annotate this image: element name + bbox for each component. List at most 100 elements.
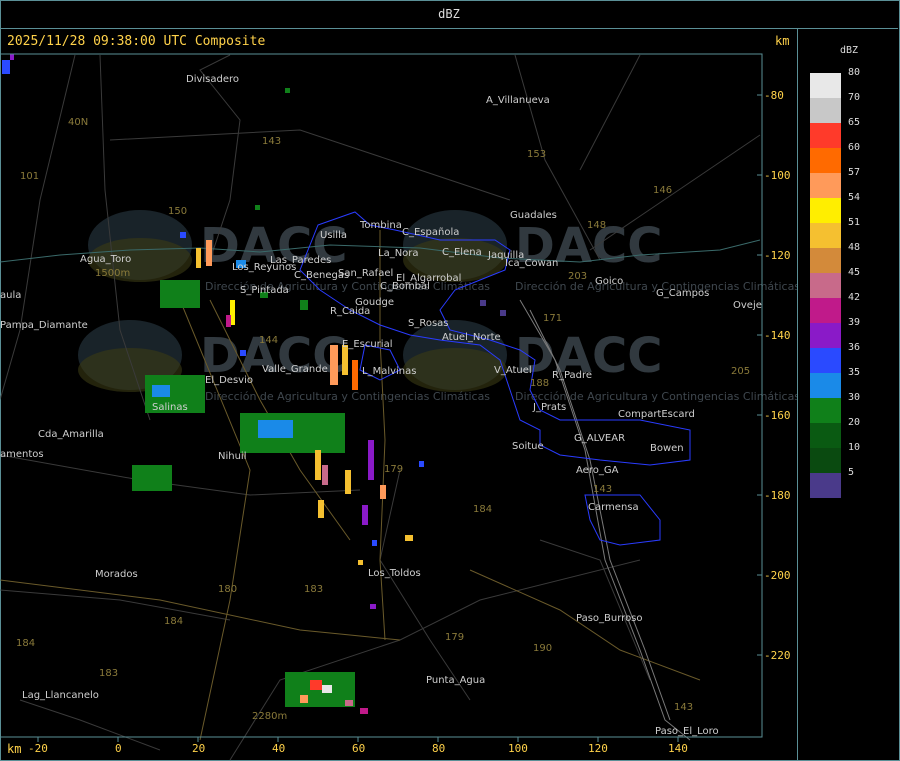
svg-text:Los_Toldos: Los_Toldos: [368, 568, 421, 579]
x-axis: -20 0 20 40 60 80 100 120 140: [28, 737, 688, 755]
legend-swatch: [810, 198, 841, 223]
svg-text:148: 148: [587, 220, 606, 231]
legend-label: 5: [848, 467, 855, 478]
svg-text:183: 183: [99, 668, 118, 679]
svg-text:188: 188: [530, 378, 549, 389]
x-tick-label: -20: [28, 742, 48, 755]
echo-cell: [300, 695, 308, 703]
x-tick-label: 140: [668, 742, 688, 755]
svg-text:Paso_Burroso: Paso_Burroso: [576, 613, 643, 624]
y-tick-label: -180: [764, 489, 791, 502]
echo-cell: [206, 240, 212, 266]
svg-text:Atuel_Norte: Atuel_Norte: [442, 332, 501, 343]
svg-text:Aero_GA: Aero_GA: [576, 465, 619, 476]
echo-cell: [370, 604, 376, 609]
echo-cell: [226, 315, 231, 327]
svg-text:Paso_El_Loro: Paso_El_Loro: [655, 726, 719, 737]
x-tick-label: 0: [115, 742, 122, 755]
legend-label: 70: [848, 92, 861, 103]
svg-text:190: 190: [533, 643, 552, 654]
svg-text:amentos: amentos: [0, 449, 44, 460]
x-tick-label: 100: [508, 742, 528, 755]
y-tick-label: -220: [764, 649, 791, 662]
color-legend: dBZ 80 70 65 60 57 54 51 48 45 42 39 36 35 30 20 10 5: [797, 29, 899, 760]
y-tick-label: -200: [764, 569, 791, 582]
x-tick-label: 40: [272, 742, 285, 755]
svg-text:143: 143: [593, 484, 612, 495]
svg-text:146: 146: [653, 185, 672, 196]
echo-cell: [258, 420, 293, 438]
radar-map[interactable]: DACC DACC DACC DACC Dirección de Agricul…: [0, 0, 797, 761]
legend-swatch: [810, 273, 841, 298]
legend-label: 30: [848, 392, 861, 403]
svg-text:153: 153: [527, 149, 546, 160]
echo-cell: [330, 345, 338, 385]
echo-cell: [360, 708, 368, 714]
echo-cell: [368, 440, 374, 480]
echo-cell: [322, 465, 328, 485]
svg-text:184: 184: [16, 638, 35, 649]
echo-cell: [300, 300, 308, 310]
legend-swatch: [810, 323, 841, 348]
legend-swatch: [810, 398, 841, 423]
svg-text:G_ALVEAR: G_ALVEAR: [574, 433, 625, 444]
echo-cell: [362, 505, 368, 525]
echo-cell: [372, 540, 377, 546]
svg-text:S_Pintada: S_Pintada: [240, 285, 289, 296]
km-unit-label-bottom: km: [7, 742, 22, 756]
echo-cell: [180, 232, 186, 238]
legend-label: 10: [848, 442, 861, 453]
echo-cell: [240, 350, 246, 356]
legend-swatch: [810, 98, 841, 123]
legend-label: 42: [848, 292, 861, 303]
echo-cell: [132, 465, 172, 491]
echo-cell: [255, 205, 260, 210]
legend-label: 80: [848, 67, 861, 78]
legend-swatch: [810, 373, 841, 398]
svg-text:CompartEscard: CompartEscard: [618, 409, 695, 420]
echo-cell: [315, 450, 321, 480]
svg-text:Los_Reyunos: Los_Reyunos: [232, 262, 296, 273]
svg-text:Guadales: Guadales: [510, 210, 557, 221]
svg-text:C_Benegas: C_Benegas: [294, 270, 349, 281]
svg-text:L_Malvinas: L_Malvinas: [362, 366, 416, 377]
svg-text:144: 144: [259, 335, 278, 346]
svg-text:Ica_Cowan: Ica_Cowan: [505, 258, 558, 269]
svg-text:1500m: 1500m: [95, 268, 130, 279]
svg-text:V_Atuel: V_Atuel: [494, 365, 532, 376]
legend-label: 65: [848, 117, 861, 128]
svg-text:C_Española: C_Española: [402, 227, 459, 238]
echo-cell: [419, 461, 424, 467]
x-tick-label: 120: [588, 742, 608, 755]
svg-text:171: 171: [543, 313, 562, 324]
legend-swatch: [810, 173, 841, 198]
svg-text:aula: aula: [0, 290, 21, 301]
legend-swatch: [810, 448, 841, 473]
svg-text:Salinas: Salinas: [152, 402, 188, 413]
legend-label: 45: [848, 267, 861, 278]
svg-text:Carmensa: Carmensa: [588, 502, 639, 513]
svg-text:Bowen: Bowen: [650, 443, 684, 454]
x-tick-label: 80: [432, 742, 445, 755]
svg-text:Nihuil: Nihuil: [218, 451, 247, 462]
svg-text:Divisadero: Divisadero: [186, 74, 239, 85]
svg-text:184: 184: [164, 616, 183, 627]
legend-label: 39: [848, 317, 861, 328]
echo-cell: [480, 300, 486, 306]
svg-text:Soitue: Soitue: [512, 441, 544, 452]
svg-text:Oveje: Oveje: [733, 300, 762, 311]
svg-text:179: 179: [384, 464, 403, 475]
legend-label: 36: [848, 342, 861, 353]
dacc-logo-mark: [403, 348, 507, 392]
echo-cell: [152, 385, 170, 397]
y-tick-label: -120: [764, 249, 791, 262]
svg-text:A_Villanueva: A_Villanueva: [486, 95, 550, 106]
echo-cell: [10, 54, 14, 60]
svg-text:Goico: Goico: [595, 276, 623, 287]
svg-text:C_Bombal: C_Bombal: [380, 281, 430, 292]
svg-text:R_Padre: R_Padre: [552, 370, 592, 381]
legend-label: 48: [848, 242, 861, 253]
svg-text:Agua_Toro: Agua_Toro: [80, 254, 131, 265]
echo-cell: [322, 685, 332, 693]
svg-text:179: 179: [445, 632, 464, 643]
